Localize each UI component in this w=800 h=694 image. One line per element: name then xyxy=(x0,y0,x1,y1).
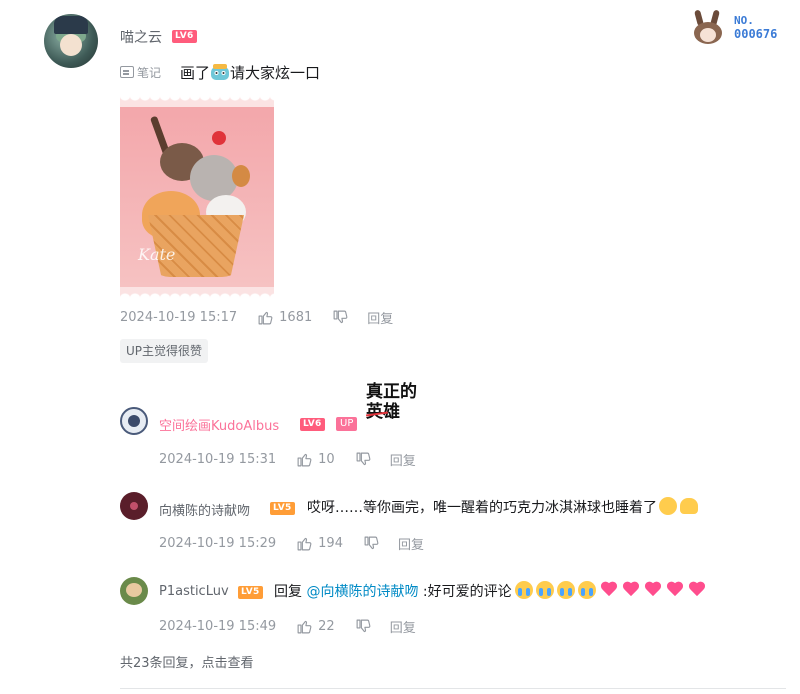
reply-1-sticker-line1: 真正的 xyxy=(366,382,417,402)
reply-3-username[interactable]: P1asticLuv xyxy=(159,584,229,599)
reply-2-like-count: 194 xyxy=(318,536,343,551)
reply-2-time: 2024-10-19 15:29 xyxy=(159,536,277,551)
reply-3-like-button[interactable]: 22 xyxy=(296,618,335,635)
reply-1-avatar[interactable] xyxy=(120,407,148,435)
fan-badge-number: 000676 xyxy=(734,27,778,41)
pleading-face-icon xyxy=(659,497,677,515)
reply-1-like-button[interactable]: 10 xyxy=(296,451,335,468)
view-all-replies-link[interactable]: 共23条回复，点击查看 xyxy=(120,652,254,671)
artwork-signature: Kate xyxy=(138,245,176,264)
comment-divider xyxy=(120,688,786,689)
main-comment-like-button[interactable]: 1681 xyxy=(257,309,312,326)
up-liked-badge: UP主觉得很赞 xyxy=(120,339,209,363)
reply-2-text: 哎呀……等你画完，唯一醒着的巧克力冰淇淋球也睡着了 xyxy=(307,497,698,517)
reply-1-sticker: 真正的 英雄 xyxy=(362,383,420,427)
reply-1-up-badge: UP xyxy=(336,417,358,431)
reply-3-avatar[interactable] xyxy=(120,577,148,605)
reply-1-username[interactable]: 空间绘画KudoAlbus xyxy=(159,415,279,434)
reply-3-level-badge: LV5 xyxy=(238,586,263,599)
crying-face-icon xyxy=(556,581,575,599)
reply-3-text-body: :好可爱的评论 xyxy=(422,584,512,600)
thumbs-down-icon xyxy=(356,452,371,466)
fan-badge-character-icon xyxy=(690,9,730,46)
thumbs-down-icon xyxy=(364,536,379,550)
reply-3-dislike-button[interactable] xyxy=(355,618,372,635)
open-hands-icon xyxy=(680,498,698,514)
main-comment-text-before: 画了 xyxy=(180,64,211,82)
main-comment-username[interactable]: 喵之云 xyxy=(120,27,162,47)
reply-2-text-body: 哎呀……等你画完，唯一醒着的巧克力冰淇淋球也睡着了 xyxy=(307,500,657,516)
reply-2-meta: 2024-10-19 15:29 194 回复 xyxy=(159,534,424,553)
comment-artwork-image[interactable]: Kate xyxy=(120,95,274,299)
pink-heart-icon xyxy=(600,582,618,598)
reply-2-reply-button[interactable]: 回复 xyxy=(398,534,424,553)
reply-3-reply-button[interactable]: 回复 xyxy=(390,617,416,636)
crying-face-icon xyxy=(535,581,554,599)
pink-heart-icon xyxy=(644,582,662,598)
reply-2-avatar[interactable] xyxy=(120,492,148,520)
reply-1-time: 2024-10-19 15:31 xyxy=(159,452,277,467)
main-comment-text: 画了 请大家炫一口 xyxy=(180,62,320,83)
main-comment-avatar[interactable] xyxy=(44,14,98,68)
thumbs-up-icon xyxy=(297,620,312,634)
reply-1-dislike-button[interactable] xyxy=(355,451,372,468)
reply-2-level-badge: LV5 xyxy=(270,502,295,515)
main-comment-like-count: 1681 xyxy=(279,310,313,325)
pink-heart-icon xyxy=(666,582,684,598)
crying-face-icon xyxy=(577,581,596,599)
note-tag[interactable]: 笔记 xyxy=(120,62,161,82)
pink-heart-icon xyxy=(688,582,706,598)
reply-3-reply-prefix: 回复 xyxy=(274,584,302,600)
fan-badge: NO. 000676 xyxy=(690,9,790,46)
reply-1-like-count: 10 xyxy=(318,452,335,467)
pink-heart-icon xyxy=(622,582,640,598)
reply-3-text: 回复 @向横陈的诗献吻 :好可爱的评论 xyxy=(274,581,706,601)
thumbs-down-icon xyxy=(333,310,348,324)
main-comment-text-after: 请大家炫一口 xyxy=(230,64,321,82)
thumbs-down-icon xyxy=(356,619,371,633)
thumbs-up-icon xyxy=(297,453,312,467)
main-comment-level-badge: LV6 xyxy=(172,30,197,43)
fan-badge-label: NO. xyxy=(734,14,754,27)
reply-3-time: 2024-10-19 15:49 xyxy=(159,619,277,634)
main-comment-dislike-button[interactable] xyxy=(332,309,349,326)
reply-3-like-count: 22 xyxy=(318,619,335,634)
reply-3-mention-link[interactable]: @向横陈的诗献吻 xyxy=(306,584,418,600)
thumbs-up-icon xyxy=(297,537,312,551)
main-comment-reply-button[interactable]: 回复 xyxy=(367,308,393,327)
reply-1-reply-button[interactable]: 回复 xyxy=(390,450,416,469)
main-comment-meta: 2024-10-19 15:17 1681 回复 xyxy=(120,308,393,327)
reply-1-meta: 2024-10-19 15:31 10 回复 xyxy=(159,450,416,469)
note-icon xyxy=(120,66,134,78)
reply-2-like-button[interactable]: 194 xyxy=(296,535,343,552)
main-comment-time: 2024-10-19 15:17 xyxy=(120,310,238,325)
reply-1-level-badge: LV6 xyxy=(300,418,325,431)
thumbs-up-icon xyxy=(258,311,273,325)
reply-2-username[interactable]: 向横陈的诗献吻 xyxy=(159,500,250,519)
reply-2-dislike-button[interactable] xyxy=(363,535,380,552)
reply-3-meta: 2024-10-19 15:49 22 回复 xyxy=(159,617,416,636)
note-tag-label: 笔记 xyxy=(137,65,162,80)
crying-face-icon xyxy=(514,581,533,599)
cat-emoji-icon xyxy=(211,64,230,80)
